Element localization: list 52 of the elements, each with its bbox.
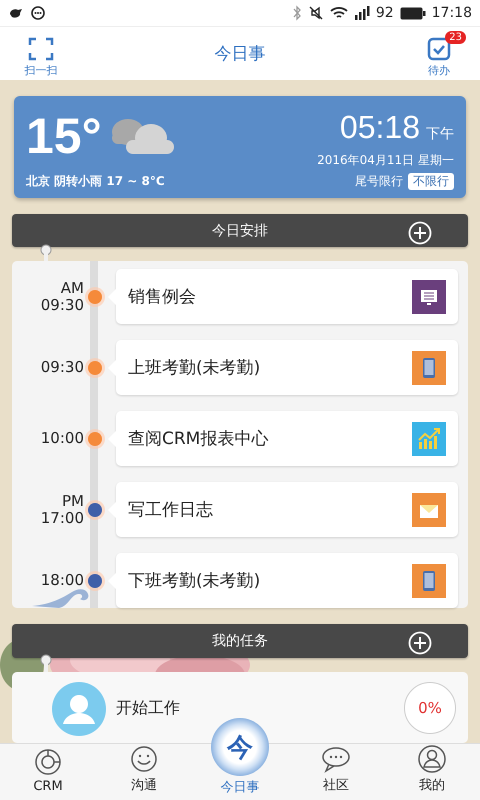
- page-title: 今日事: [214, 43, 266, 65]
- chart-icon: [412, 422, 446, 456]
- section-title: 今日安排: [212, 222, 268, 240]
- time-label: 09:30: [40, 359, 84, 376]
- envelope-icon: [412, 492, 446, 527]
- weather-summary: 北京 阴转小雨 17 ~ 8°C: [26, 173, 166, 190]
- chat-bubble-icon: [30, 5, 46, 21]
- nav-tab[interactable]: CRM: [0, 744, 96, 800]
- nav-tab[interactable]: 我的: [384, 744, 480, 800]
- time-label: 18:00: [40, 572, 84, 590]
- add-button[interactable]: [408, 631, 432, 656]
- schedule-title: 下班考勤(未考勤): [128, 570, 262, 592]
- schedule-title: 查阅CRM报表中心: [128, 428, 270, 450]
- restriction-value: 不限行: [408, 173, 454, 190]
- user-icon: [417, 744, 447, 774]
- wifi-icon: [330, 6, 348, 20]
- mute-icon: [308, 5, 324, 21]
- add-button[interactable]: [408, 221, 432, 245]
- time-label: 10:00: [40, 430, 84, 448]
- schedule-title: 销售例会: [128, 286, 197, 308]
- progress-circle: 0%: [404, 682, 456, 734]
- bluetooth-icon: [292, 5, 302, 21]
- clock: 17:18: [432, 5, 472, 21]
- count-badge: 23: [445, 31, 466, 44]
- time-label: PM 17:00: [40, 492, 84, 527]
- add-icon: [408, 631, 432, 656]
- signal-icon: [354, 6, 370, 20]
- battery-level: 92: [376, 5, 394, 21]
- battery-icon: [400, 6, 426, 20]
- schedule-title: 上班考勤(未考勤): [128, 357, 262, 380]
- checklist-icon: [427, 37, 451, 61]
- scan-button[interactable]: 扫一扫: [14, 29, 68, 78]
- scan-icon: [28, 37, 54, 61]
- restriction-label: 尾号限行: [355, 173, 403, 190]
- task-title: 开始工作: [116, 698, 181, 719]
- nav-tab[interactable]: 沟通: [96, 744, 192, 800]
- section-title: 我的任务: [212, 632, 268, 650]
- time-label: AM 09:30: [40, 280, 84, 314]
- phone-icon: [412, 564, 446, 598]
- smiley-icon: [129, 744, 159, 774]
- temperature: 15°: [26, 110, 102, 162]
- schedule-title: 写工作日志: [128, 499, 214, 522]
- avatar-icon: [52, 682, 106, 736]
- pie-chart-icon: [33, 747, 63, 777]
- current-date: 2016年04月11日 星期一: [317, 152, 454, 169]
- presentation-icon: [412, 280, 446, 314]
- add-icon: [408, 221, 432, 245]
- nav-tab[interactable]: 社区: [288, 744, 384, 800]
- logo-icon: 今: [211, 718, 269, 776]
- phone-icon: [412, 350, 446, 385]
- meridiem: 下午: [426, 125, 454, 143]
- current-time: 05:18: [340, 110, 420, 144]
